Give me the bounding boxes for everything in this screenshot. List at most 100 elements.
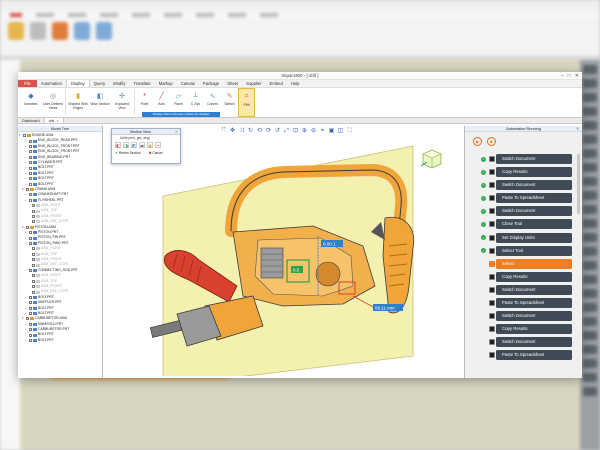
- visibility-checkbox[interactable]: [29, 301, 32, 305]
- close-button[interactable]: ✕: [575, 73, 579, 79]
- view-tool-icon[interactable]: ⟲: [256, 128, 263, 135]
- automation-step[interactable]: Switch Document: [481, 311, 572, 322]
- visibility-checkbox[interactable]: [29, 177, 32, 181]
- view-tool-icon[interactable]: ⛶: [346, 128, 353, 135]
- menu-canvas[interactable]: Canvas: [177, 80, 199, 87]
- isometric-button[interactable]: ◆ Isometric: [20, 88, 42, 117]
- view-tool-icon[interactable]: ◫: [337, 128, 344, 135]
- visibility-checkbox[interactable]: [32, 215, 35, 219]
- close-icon[interactable]: ✕: [576, 126, 579, 132]
- visibility-checkbox[interactable]: [29, 150, 32, 154]
- visibility-checkbox[interactable]: [29, 333, 32, 337]
- close-tab-icon[interactable]: ✕: [56, 119, 59, 123]
- menu-embed[interactable]: Embed: [266, 80, 287, 87]
- visibility-checkbox[interactable]: [29, 339, 32, 343]
- menu-modify[interactable]: Modify: [109, 80, 129, 87]
- visibility-checkbox[interactable]: [29, 182, 32, 186]
- cap-icon[interactable]: ▣: [147, 142, 153, 148]
- visibility-checkbox[interactable]: [29, 139, 32, 143]
- automation-step[interactable]: ✓ Select Tool: [481, 245, 572, 256]
- flip-icon[interactable]: ⇄: [139, 142, 145, 148]
- play-icon[interactable]: ▶: [473, 137, 482, 146]
- visibility-checkbox[interactable]: [29, 236, 32, 240]
- close-icon[interactable]: ✕: [175, 129, 178, 135]
- visibility-checkbox[interactable]: [32, 247, 35, 251]
- expand-icon[interactable]: +: [25, 241, 28, 246]
- visibility-checkbox[interactable]: [32, 258, 35, 262]
- expand-icon[interactable]: +: [25, 198, 28, 203]
- plane-y-icon[interactable]: ◨: [123, 142, 129, 148]
- visibility-checkbox[interactable]: [26, 225, 29, 229]
- menu-supplier[interactable]: Supplier: [242, 80, 265, 87]
- minimize-button[interactable]: –: [561, 73, 564, 79]
- visibility-checkbox[interactable]: [29, 242, 32, 245]
- view-cube-icon[interactable]: [421, 148, 443, 170]
- automation-step[interactable]: ✓ Switch Document: [481, 154, 572, 164]
- shaded-with-edges-button[interactable]: ▮ Shaded With Edges: [67, 88, 89, 117]
- expand-icon[interactable]: +: [25, 182, 28, 187]
- dimension-label-1[interactable]: 0.00 1: [323, 242, 336, 247]
- visibility-checkbox[interactable]: [29, 155, 32, 159]
- tab-drill[interactable]: drill ✕: [44, 118, 65, 123]
- visibility-checkbox[interactable]: [29, 198, 32, 202]
- view-tool-icon[interactable]: ↺: [274, 128, 281, 135]
- visibility-checkbox[interactable]: [29, 312, 32, 316]
- automation-step[interactable]: ✓ Close Tool: [481, 219, 572, 230]
- visibility-checkbox[interactable]: [23, 134, 26, 138]
- expand-icon[interactable]: ▾: [19, 133, 22, 138]
- view-tool-icon[interactable]: ⌖: [319, 128, 326, 135]
- visibility-checkbox[interactable]: [32, 263, 35, 267]
- automation-step[interactable]: ✓ Switch Document: [481, 180, 572, 191]
- automation-step[interactable]: ✓ Paste To Spreadsheet: [481, 193, 572, 204]
- visibility-checkbox[interactable]: [29, 161, 32, 165]
- automation-step[interactable]: Copy Results: [481, 324, 572, 335]
- view-tool-icon[interactable]: ⊡: [292, 128, 299, 135]
- menu-automation[interactable]: Automation: [37, 80, 66, 87]
- view-tool-icon[interactable]: ⤧: [220, 128, 227, 135]
- dimension-label-3[interactable]: 58.11 mm: [375, 306, 395, 311]
- tab-dashboard[interactable]: Dashboard: [18, 118, 45, 123]
- automation-step[interactable]: Paste To Spreadsheet: [481, 350, 572, 361]
- visibility-checkbox[interactable]: [32, 252, 35, 256]
- return-section-button[interactable]: ✔ Return Section: [115, 151, 141, 155]
- visibility-checkbox[interactable]: [29, 306, 32, 310]
- visibility-checkbox[interactable]: [32, 209, 35, 213]
- visibility-checkbox[interactable]: [29, 171, 32, 175]
- visibility-checkbox[interactable]: [32, 204, 35, 208]
- visibility-checkbox[interactable]: [29, 328, 32, 332]
- automation-step[interactable]: Select: [481, 258, 572, 269]
- automation-step[interactable]: ✓ Switch Document: [481, 206, 572, 217]
- exploded-view-button[interactable]: ✣ Exploded View: [111, 88, 133, 117]
- drill-model-scene[interactable]: 0.00 1 0.0 58.11 mm: [113, 136, 457, 376]
- clip-icon[interactable]: ✂: [155, 142, 161, 148]
- automation-step[interactable]: ✓ Copy Results: [481, 167, 572, 178]
- visibility-checkbox[interactable]: [29, 231, 32, 235]
- visibility-checkbox[interactable]: [32, 279, 35, 283]
- automation-step[interactable]: Switch Document: [481, 284, 572, 295]
- visibility-checkbox[interactable]: [32, 220, 35, 224]
- dimension-label-2[interactable]: 0.0: [293, 268, 300, 273]
- visibility-checkbox[interactable]: [32, 290, 35, 294]
- automation-step[interactable]: Switch Document: [481, 337, 572, 348]
- menu-help[interactable]: Help: [287, 80, 304, 87]
- visibility-checkbox[interactable]: [29, 144, 32, 148]
- view-tool-icon[interactable]: ⟳: [265, 128, 272, 135]
- view-tool-icon[interactable]: ⤢: [283, 128, 290, 135]
- 3d-viewport[interactable]: 0.00 1 0.0 58.11 mm ⤧ ✥ ⤨ ↻ ⟲ ⟳ ↺ ⤢ ⊡ ⊕ ⊖ ⌖ ▣ ◫ ⛶ Sect…: [103, 126, 464, 378]
- steps-scrollbar[interactable]: [577, 154, 580, 214]
- menu-display[interactable]: Display: [65, 80, 90, 87]
- automation-step[interactable]: Copy Results: [481, 271, 572, 282]
- view-tool-icon[interactable]: ⊕: [301, 128, 308, 135]
- visibility-checkbox[interactable]: [32, 285, 35, 289]
- view-tool-icon[interactable]: ▣: [328, 128, 335, 135]
- automation-step[interactable]: Paste To Spreadsheet: [481, 298, 572, 309]
- expand-icon[interactable]: +: [25, 338, 28, 343]
- menu-query[interactable]: Query: [90, 80, 109, 87]
- user-defined-button[interactable]: ◎ User-Defined Views: [42, 88, 64, 117]
- visibility-checkbox[interactable]: [29, 193, 32, 197]
- menu-package[interactable]: Package: [199, 80, 223, 87]
- pmi-button[interactable]: ⌗ PMI: [238, 88, 255, 117]
- visibility-checkbox[interactable]: [29, 166, 32, 170]
- view-tool-icon[interactable]: ✥: [229, 128, 236, 135]
- visibility-checkbox[interactable]: [32, 274, 35, 278]
